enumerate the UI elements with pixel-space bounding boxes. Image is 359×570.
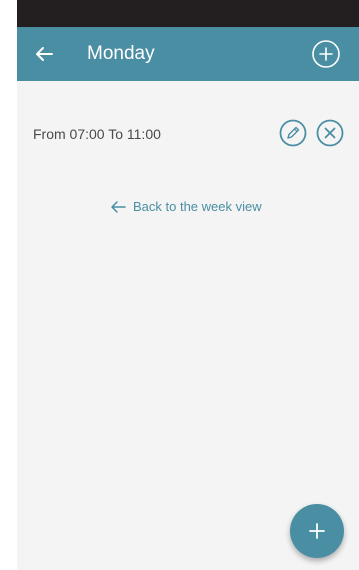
app-bar: Monday [17,27,359,81]
back-to-week-link[interactable]: Back to the week view [109,197,262,217]
back-arrow-icon[interactable] [33,43,55,65]
plus-circle-icon [312,40,340,68]
status-bar [17,0,359,27]
main-content: From 07:00 To 11:00 Back to the week vie… [17,81,359,570]
close-circle-icon [316,119,344,147]
time-slot-row: From 07:00 To 11:00 [33,118,353,148]
plus-icon [309,523,325,539]
pencil-circle-icon [279,119,307,147]
page-title: Monday [87,43,155,64]
app-screen: Monday From 07:00 To 11:00 Back to the w… [17,0,359,570]
back-to-week-label: Back to the week view [133,199,262,214]
time-slot-label: From 07:00 To 11:00 [33,126,161,142]
edit-slot-button[interactable] [278,118,308,148]
arrow-left-icon [111,201,126,213]
add-slot-fab[interactable] [290,504,344,558]
add-slot-header-button[interactable] [310,38,342,70]
delete-slot-button[interactable] [315,118,345,148]
